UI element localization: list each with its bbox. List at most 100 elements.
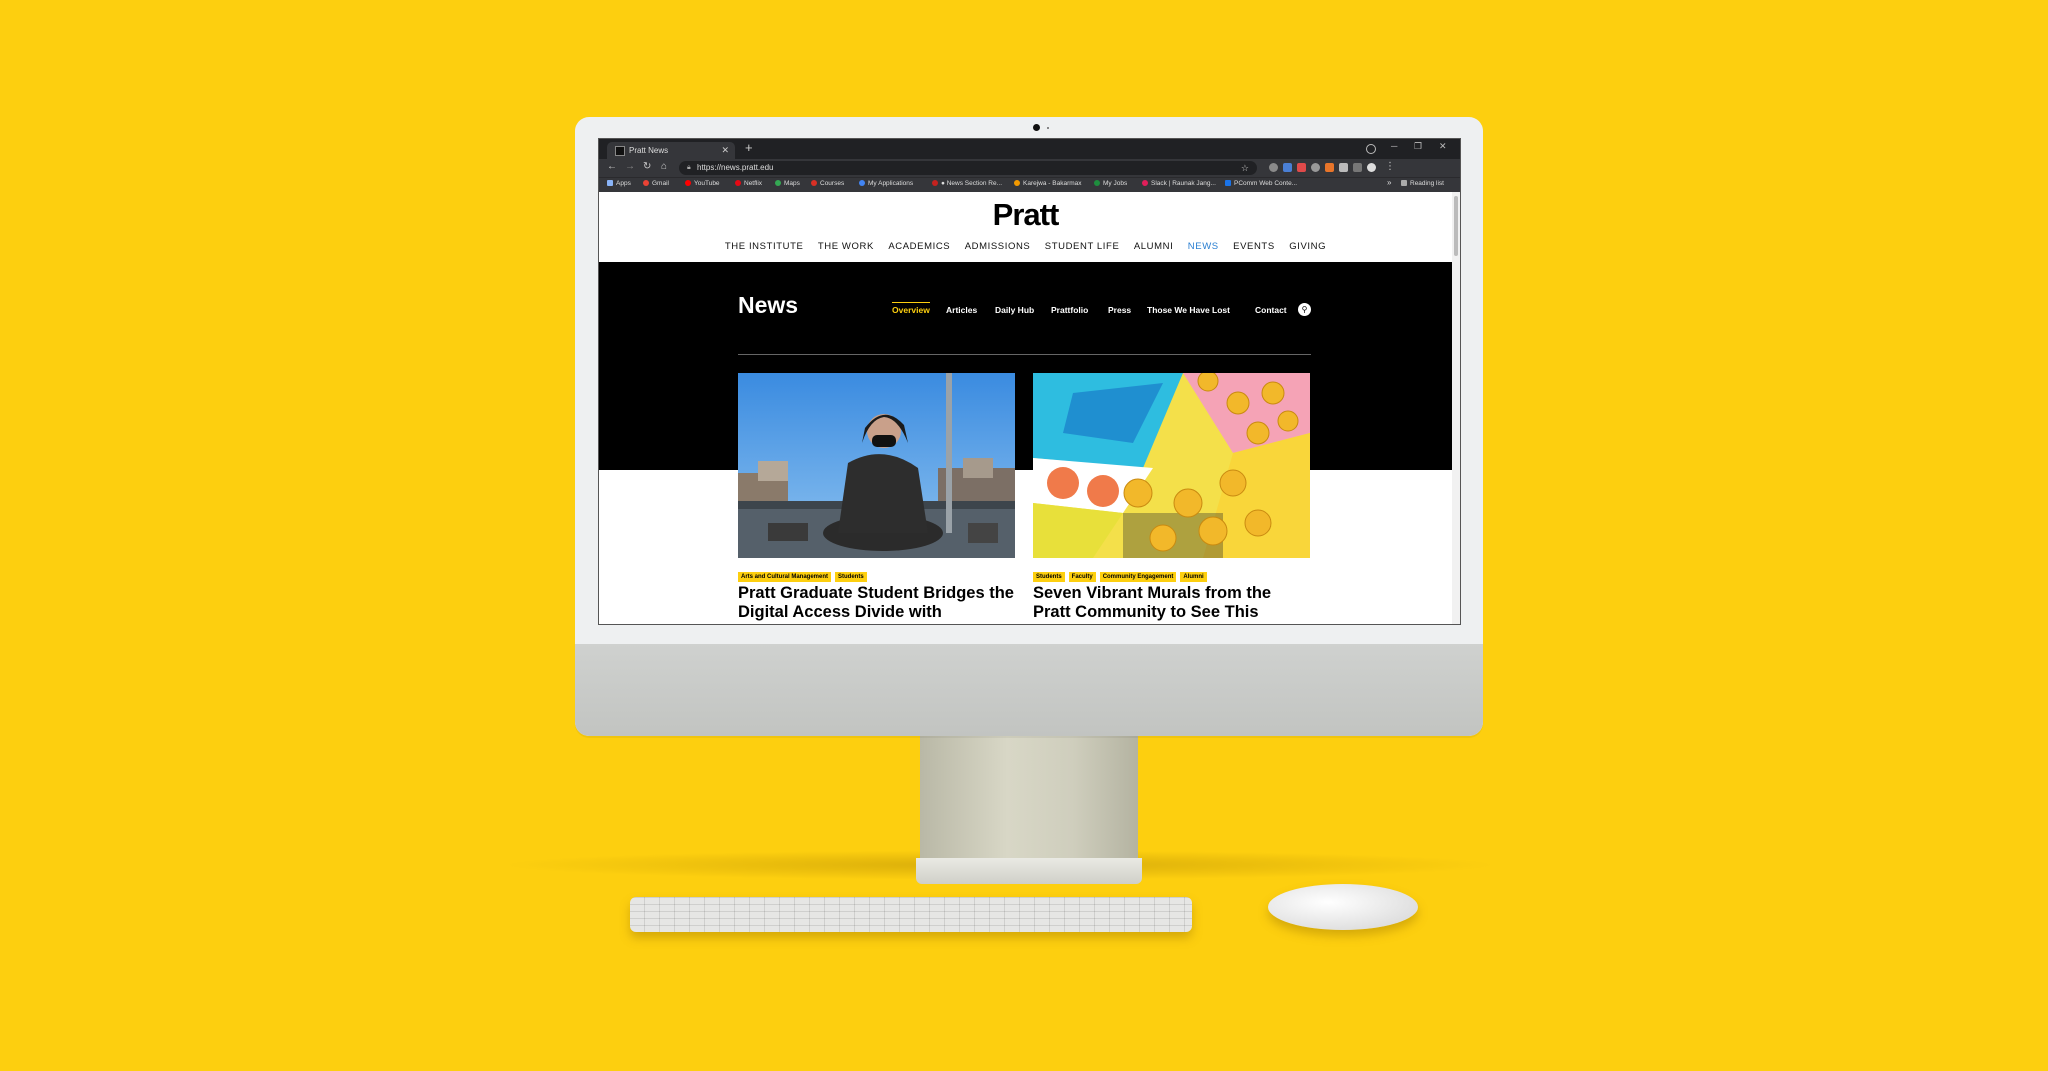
news-section-icon	[932, 180, 938, 186]
keyboard	[630, 897, 1192, 932]
article-title[interactable]: Seven Vibrant Murals from the Pratt Comm…	[1033, 584, 1310, 622]
home-icon[interactable]: ⌂	[661, 161, 667, 172]
section-title: News	[738, 292, 799, 318]
reading-list-button[interactable]: Reading list	[1401, 180, 1444, 187]
extension-icon-4[interactable]	[1311, 163, 1320, 172]
news-header-band: News Overview Articles Daily Hub Prattfo…	[599, 262, 1452, 470]
browser-window: Pratt News ✕ + ─ ❐ ✕ ← → ↻ ⌂ 🔒︎ https://…	[598, 138, 1461, 625]
nav-item-academics[interactable]: ACADEMICS	[888, 241, 950, 252]
article-photo-murals[interactable]	[1033, 373, 1310, 558]
arrow-left-icon[interactable]: ←	[607, 161, 617, 172]
address-bar[interactable]: 🔒︎ https://news.pratt.edu ☆	[679, 161, 1257, 175]
pratt-logo[interactable]: Pratt	[599, 197, 1452, 233]
subnav-press[interactable]: Press	[1108, 305, 1131, 315]
maps-icon	[775, 180, 781, 186]
bookmark-gmail[interactable]: Gmail	[643, 180, 669, 187]
camera-sensor	[1047, 127, 1049, 129]
imac-stand	[920, 736, 1138, 858]
tag-faculty[interactable]: Faculty	[1068, 572, 1096, 582]
bookmark-slack[interactable]: Slack | Raunak Jang...	[1142, 180, 1216, 187]
extension-icon-5[interactable]	[1325, 163, 1334, 172]
nav-item-admissions[interactable]: ADMISSIONS	[965, 241, 1031, 252]
bookmark-news-section[interactable]: ● News Section Re...	[932, 180, 1002, 187]
gmail-icon	[643, 180, 649, 186]
search-icon[interactable]: ⚲	[1298, 303, 1311, 316]
header-divider	[738, 354, 1311, 355]
subnav-prattfolio[interactable]: Prattfolio	[1051, 305, 1088, 315]
applications-icon	[859, 180, 865, 186]
arrow-right-icon[interactable]: →	[625, 161, 635, 172]
new-tab-button[interactable]: +	[745, 140, 753, 155]
tab-pratt-news[interactable]: Pratt News ✕	[607, 142, 735, 159]
tab-title: Pratt News	[629, 146, 669, 155]
extension-icon-2[interactable]	[1283, 163, 1292, 172]
tag-community-engagement[interactable]: Community Engagement	[1099, 572, 1177, 582]
extension-icon-1[interactable]	[1269, 163, 1278, 172]
star-icon[interactable]: ☆	[1241, 161, 1249, 175]
bookmark-pcomm[interactable]: PComm Web Conte...	[1225, 180, 1297, 187]
bookmarks-overflow-icon[interactable]: »	[1387, 178, 1391, 187]
tag-students[interactable]: Students	[1033, 572, 1065, 582]
site-nav: THE INSTITUTE THE WORK ACADEMICS ADMISSI…	[599, 236, 1452, 254]
web-page: Pratt THE INSTITUTE THE WORK ACADEMICS A…	[599, 192, 1452, 624]
avatar[interactable]	[1367, 163, 1376, 172]
article-title[interactable]: Pratt Graduate Student Bridges the Digit…	[738, 584, 1015, 622]
nav-item-alumni[interactable]: ALUMNI	[1134, 241, 1174, 252]
bookmark-karejwa[interactable]: Karejwa - Bakarmax	[1014, 180, 1082, 187]
tag-students[interactable]: Students	[835, 572, 867, 582]
article-photo-student[interactable]	[738, 373, 1015, 558]
nav-item-events[interactable]: EVENTS	[1233, 241, 1275, 252]
bookmark-netflix[interactable]: Netflix	[735, 180, 762, 187]
tab-strip: Pratt News ✕ + ─ ❐ ✕	[599, 139, 1460, 159]
nav-item-work[interactable]: THE WORK	[818, 241, 874, 252]
bookmark-apps[interactable]: Apps	[607, 180, 631, 187]
subnav-articles[interactable]: Articles	[946, 305, 977, 315]
close-window-icon[interactable]: ✕	[1439, 141, 1447, 152]
monitor-chin	[575, 644, 1483, 736]
profile-circle-icon[interactable]	[1366, 144, 1376, 154]
imac-stand-base	[916, 858, 1142, 884]
subnav-overview[interactable]: Overview	[892, 302, 930, 315]
reading-list-icon	[1401, 180, 1407, 186]
pratt-favicon-icon	[615, 146, 625, 156]
apps-grid-icon	[607, 180, 613, 186]
nav-item-giving[interactable]: GIVING	[1289, 241, 1326, 252]
article-tags: Arts and Cultural Management Students	[738, 565, 871, 583]
puzzle-icon[interactable]	[1339, 163, 1348, 172]
tag-alumni[interactable]: Alumni	[1180, 572, 1207, 582]
magic-mouse	[1268, 884, 1418, 930]
youtube-icon	[685, 180, 691, 186]
subnav-those-we-have-lost[interactable]: Those We Have Lost	[1147, 305, 1230, 315]
jobs-icon	[1094, 180, 1100, 186]
camera	[1033, 124, 1040, 131]
subnav-daily-hub[interactable]: Daily Hub	[995, 305, 1034, 315]
scrollbar-thumb[interactable]	[1454, 196, 1458, 256]
reading-mode-icon[interactable]	[1353, 163, 1362, 172]
page-scrollbar[interactable]	[1452, 192, 1460, 624]
minimize-icon[interactable]: ─	[1391, 141, 1397, 151]
tab-close-icon[interactable]: ✕	[721, 142, 729, 159]
toolbar: ← → ↻ ⌂ 🔒︎ https://news.pratt.edu ☆ ⋮	[599, 159, 1460, 177]
pcomm-icon	[1225, 180, 1231, 186]
bookmark-my-applications[interactable]: My Applications	[859, 180, 913, 187]
courses-icon	[811, 180, 817, 186]
extension-icon-3[interactable]	[1297, 163, 1306, 172]
address-url: https://news.pratt.edu	[697, 163, 774, 172]
karejwa-icon	[1014, 180, 1020, 186]
netflix-icon	[735, 180, 741, 186]
nav-item-student-life[interactable]: STUDENT LIFE	[1045, 241, 1120, 252]
restore-icon[interactable]: ❐	[1414, 141, 1422, 152]
subnav-contact[interactable]: Contact	[1255, 305, 1287, 315]
nav-item-institute[interactable]: THE INSTITUTE	[725, 241, 804, 252]
bookmarks-bar: Apps Gmail YouTube Netflix Maps Courses …	[599, 177, 1460, 193]
tag-arts-cultural-management[interactable]: Arts and Cultural Management	[738, 572, 832, 582]
bookmark-courses[interactable]: Courses	[811, 180, 844, 187]
article-tags: Students Faculty Community Engagement Alumn…	[1033, 565, 1211, 583]
bookmark-maps[interactable]: Maps	[775, 180, 800, 187]
reload-icon[interactable]: ↻	[643, 161, 651, 172]
menu-dots-icon[interactable]: ⋮	[1385, 161, 1395, 172]
bookmark-my-jobs[interactable]: My Jobs	[1094, 180, 1127, 187]
bookmark-youtube[interactable]: YouTube	[685, 180, 720, 187]
lock-icon: 🔒︎	[687, 164, 691, 171]
nav-item-news[interactable]: NEWS	[1188, 241, 1219, 252]
